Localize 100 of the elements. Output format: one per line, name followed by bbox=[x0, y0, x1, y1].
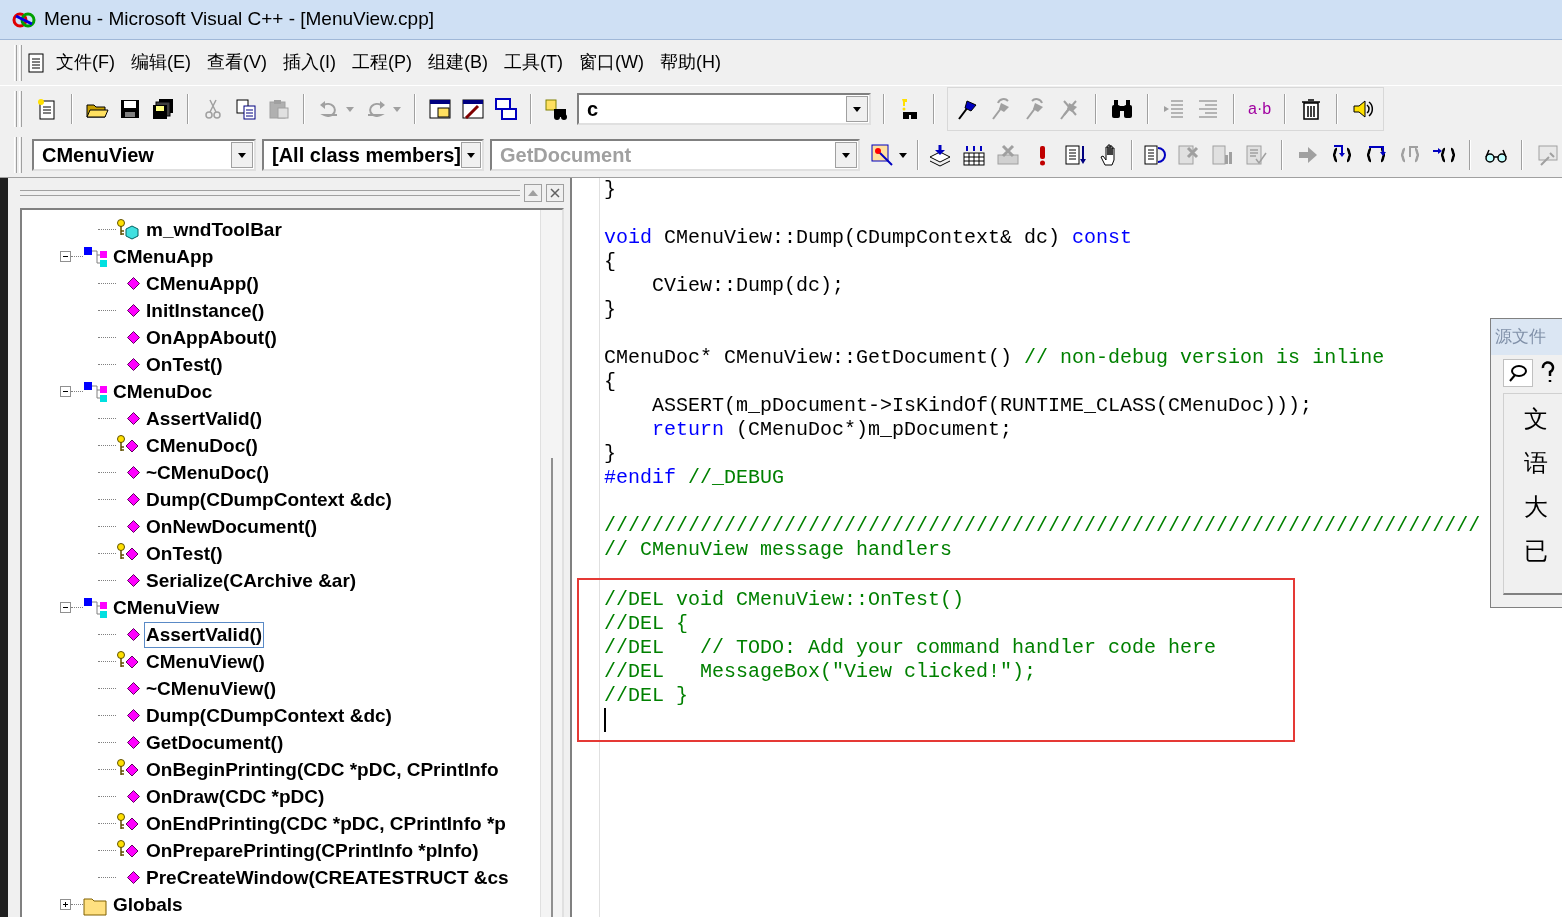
wizard-icon[interactable] bbox=[870, 142, 894, 167]
code-line: //DEL void CMenuView::OnTest() bbox=[604, 588, 965, 612]
page-arrow-icon[interactable] bbox=[1142, 142, 1166, 167]
property-label: 已 bbox=[1524, 536, 1549, 566]
tree-item[interactable]: CMenuDoc() bbox=[144, 432, 260, 459]
tree-item[interactable]: Dump(CDumpContext &dc) bbox=[144, 486, 394, 513]
diamond-icon bbox=[127, 871, 140, 884]
find-combo[interactable]: c bbox=[577, 93, 871, 125]
menu-item[interactable]: 插入(I) bbox=[277, 49, 342, 76]
menu-item[interactable]: 文件(F) bbox=[50, 49, 121, 76]
class-squares-icon bbox=[83, 244, 107, 269]
page-check-icon[interactable] bbox=[1244, 142, 1268, 167]
save-icon[interactable] bbox=[118, 97, 142, 121]
menu-item[interactable]: 窗口(W) bbox=[572, 49, 650, 76]
tree-item[interactable]: PreCreateWindow(CREATESTRUCT &cs bbox=[144, 864, 511, 891]
filter-combo[interactable]: [All class members] bbox=[262, 138, 484, 171]
document-icon[interactable] bbox=[26, 51, 46, 74]
format-button[interactable]: a·b bbox=[1248, 97, 1272, 121]
code-line: } bbox=[604, 178, 616, 202]
dropdown-button[interactable] bbox=[231, 141, 253, 168]
code-line: { bbox=[604, 250, 616, 274]
tree-item[interactable]: OnEndPrinting(CDC *pDC, CPrintInfo *p bbox=[144, 810, 508, 837]
save-all-icon[interactable] bbox=[151, 97, 175, 121]
tree-item[interactable]: AssertValid() bbox=[144, 621, 265, 648]
property-label: 文 bbox=[1524, 404, 1549, 434]
windows-icon[interactable] bbox=[494, 97, 518, 121]
code-line: ASSERT(m_pDocument->IsKindOf(RUNTIME_CLASS(CMenuDoc))); bbox=[651, 394, 1313, 418]
collapse-toggle[interactable] bbox=[60, 251, 71, 262]
key-cube-icon bbox=[116, 217, 140, 242]
tree-item[interactable]: Serialize(CArchive &ar) bbox=[144, 567, 359, 594]
menu-item[interactable]: 帮助(H) bbox=[653, 49, 727, 76]
dropdown-button[interactable] bbox=[461, 141, 481, 168]
diamond-icon bbox=[127, 520, 140, 533]
collapse-toggle[interactable] bbox=[60, 602, 71, 613]
code-line: //DEL MessageBox("View clicked!"); bbox=[604, 660, 1037, 684]
expand-toggle[interactable] bbox=[60, 899, 71, 910]
tree-item[interactable]: OnPreparePrinting(CPrintInfo *pInfo) bbox=[144, 837, 481, 864]
code-line: { bbox=[604, 370, 616, 394]
tree-item[interactable]: OnAppAbout() bbox=[144, 324, 279, 351]
diamond-icon bbox=[127, 682, 140, 695]
collapse-toggle[interactable] bbox=[60, 386, 71, 397]
tree-item[interactable]: ~CMenuView() bbox=[144, 675, 279, 702]
code-line: #endif //_DEBUG bbox=[604, 466, 785, 490]
tree-item[interactable]: OnBeginPrinting(CDC *pDC, CPrintInfo bbox=[144, 756, 501, 783]
copy-icon[interactable] bbox=[234, 97, 258, 121]
caret-icon[interactable] bbox=[852, 105, 862, 113]
menu-item[interactable]: 工程(P) bbox=[346, 49, 418, 76]
workspace-window-icon[interactable] bbox=[428, 97, 452, 121]
binoculars-icon[interactable] bbox=[1110, 97, 1134, 121]
code-line: } bbox=[604, 298, 616, 322]
tree-item[interactable]: GetDocument() bbox=[144, 729, 286, 756]
tree-item[interactable]: AssertValid() bbox=[144, 405, 265, 432]
diamond-icon bbox=[127, 466, 140, 479]
tree-item[interactable]: Dump(CDumpContext &dc) bbox=[144, 702, 394, 729]
panel-title: 源文件 bbox=[1495, 326, 1546, 349]
code-line: return (CMenuDoc*)m_pDocument; bbox=[651, 418, 1013, 442]
window-title: Menu - Microsoft Visual C++ - [MenuView.cpp] bbox=[44, 7, 435, 32]
menu-item[interactable]: 工具(T) bbox=[498, 49, 569, 76]
stack-down-arrow-icon[interactable] bbox=[928, 142, 952, 167]
code-line: //DEL { bbox=[604, 612, 688, 636]
caret-icon[interactable] bbox=[237, 150, 247, 159]
list-down-arrow-icon[interactable] bbox=[1064, 142, 1088, 167]
diamond-icon bbox=[127, 412, 140, 425]
tree-item[interactable]: m_wndToolBar bbox=[144, 216, 284, 243]
menu-item[interactable]: 查看(V) bbox=[201, 49, 273, 76]
help-question-icon[interactable] bbox=[1539, 361, 1555, 385]
property-label: 大 bbox=[1524, 492, 1549, 522]
diamond-icon bbox=[127, 790, 140, 803]
text-cursor bbox=[604, 708, 606, 732]
tree-item[interactable]: OnTest() bbox=[144, 540, 225, 567]
speaker-icon[interactable] bbox=[1351, 97, 1376, 121]
tree-item[interactable]: OnNewDocument() bbox=[144, 513, 319, 540]
class-combo[interactable]: CMenuView bbox=[32, 138, 256, 171]
tree-item[interactable]: CMenuApp bbox=[111, 243, 216, 270]
tree-item[interactable]: CMenuDoc bbox=[111, 378, 215, 405]
output-window-icon[interactable] bbox=[461, 97, 485, 121]
tree-item[interactable]: CMenuApp() bbox=[144, 270, 261, 297]
tree-item[interactable]: InitInstance() bbox=[144, 297, 267, 324]
code-line: CMenuDoc* CMenuView::GetDocument() // non-debug version is inline bbox=[604, 346, 1385, 370]
diamond-icon bbox=[127, 736, 140, 749]
code-line: ///////////////////////////////////////////////////////////////////////// bbox=[604, 514, 1481, 538]
tree-item[interactable]: CMenuView bbox=[111, 594, 222, 621]
menu-item[interactable]: 组建(B) bbox=[422, 49, 494, 76]
diamond-icon bbox=[127, 358, 140, 371]
caret-icon[interactable] bbox=[466, 150, 476, 159]
find-in-files-icon[interactable] bbox=[544, 97, 568, 121]
caret-icon[interactable] bbox=[898, 150, 908, 159]
clipboard-icon[interactable] bbox=[267, 97, 291, 121]
tree-item[interactable]: ~CMenuDoc() bbox=[144, 459, 271, 486]
diamond-icon bbox=[127, 331, 140, 344]
diamond-icon bbox=[127, 493, 140, 506]
tree-item[interactable]: OnDraw(CDC *pDC) bbox=[144, 783, 327, 810]
scrollbar[interactable] bbox=[540, 210, 562, 917]
tree-item[interactable]: OnTest() bbox=[144, 351, 225, 378]
diamond-icon bbox=[127, 277, 140, 290]
dropdown-button[interactable] bbox=[846, 96, 868, 122]
tree-item[interactable]: Globals bbox=[111, 891, 185, 917]
tree-item[interactable]: CMenuView() bbox=[144, 648, 267, 675]
menu-item[interactable]: 编辑(E) bbox=[125, 49, 197, 76]
diamond-icon bbox=[127, 304, 140, 317]
